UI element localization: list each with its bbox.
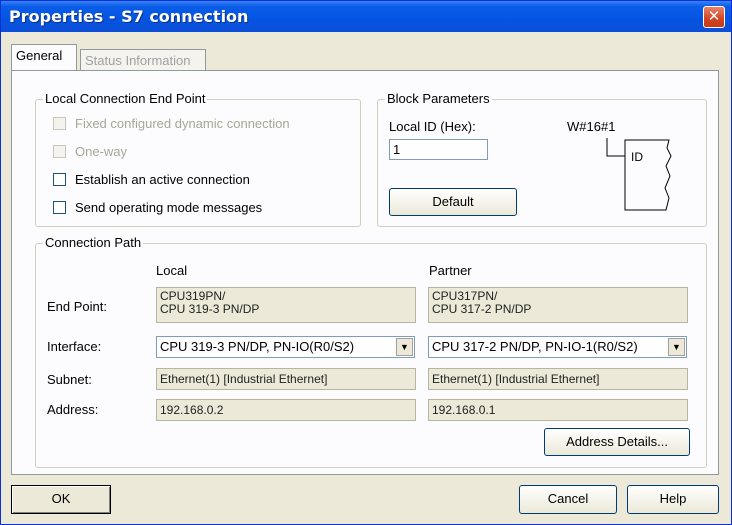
chevron-down-icon[interactable]: ▼ — [396, 338, 413, 356]
properties-dialog: Properties - S7 connection ✕ General Sta… — [0, 0, 732, 525]
local-endpoint-value: CPU319PN/ CPU 319-3 PN/DP — [156, 287, 416, 323]
column-partner-header: Partner — [429, 263, 472, 278]
word-value-label: W#16#1 — [567, 119, 616, 134]
partner-endpoint-line2: CPU 317-2 PN/DP — [432, 302, 532, 316]
option-label: Fixed configured dynamic connection — [75, 115, 290, 131]
option-label: One-way — [75, 143, 128, 159]
group-label-connection-path: Connection Path — [43, 235, 144, 250]
group-label-block-parameters: Block Parameters — [385, 91, 492, 106]
checkbox-send-operating-mode[interactable] — [53, 200, 66, 214]
id-label: ID — [631, 150, 643, 164]
tab-general-label: General — [16, 48, 63, 63]
partner-interface-select[interactable]: CPU 317-2 PN/DP, PN-IO-1(R0/S2) ▼ — [428, 336, 687, 358]
ok-button[interactable]: OK — [11, 485, 111, 514]
local-interface-value: CPU 319-3 PN/DP, PN-IO(R0/S2) — [160, 339, 355, 354]
option-send-operating-mode[interactable]: Send operating mode messages — [53, 198, 262, 216]
tab-general[interactable]: General — [11, 44, 77, 70]
partner-endpoint-value: CPU317PN/ CPU 317-2 PN/DP — [428, 287, 688, 323]
block-parameters-group: Block Parameters Local ID (Hex): 1 W#16#… — [377, 91, 707, 227]
connection-path-group: Connection Path Local Partner End Point:… — [35, 235, 707, 468]
chevron-down-icon[interactable]: ▼ — [668, 338, 685, 356]
help-button[interactable]: Help — [627, 485, 719, 514]
address-details-button[interactable]: Address Details... — [544, 428, 690, 456]
local-interface-select[interactable]: CPU 319-3 PN/DP, PN-IO(R0/S2) ▼ — [156, 336, 415, 358]
option-one-way[interactable]: One-way — [53, 142, 127, 160]
local-connection-end-point-group: Local Connection End Point Fixed configu… — [35, 91, 361, 227]
cancel-button[interactable]: Cancel — [519, 485, 617, 514]
option-establish-active-connection[interactable]: Establish an active connection — [53, 170, 250, 188]
tab-status-label: Status Information — [85, 53, 191, 68]
checkbox-establish-active[interactable] — [53, 172, 66, 186]
row-interface-label: Interface: — [47, 339, 102, 354]
row-subnet-label: Subnet: — [47, 372, 92, 387]
partner-subnet-value: Ethernet(1) [Industrial Ethernet] — [428, 368, 688, 390]
block-diagram-icon — [606, 138, 672, 211]
local-subnet-value: Ethernet(1) [Industrial Ethernet] — [156, 368, 416, 390]
title-bar[interactable]: Properties - S7 connection ✕ — [1, 1, 731, 32]
row-endpoint-label: End Point: — [47, 299, 107, 314]
row-address-label: Address: — [47, 402, 99, 417]
local-address-value: 192.168.0.2 — [156, 399, 416, 421]
column-local-header: Local — [156, 263, 188, 278]
group-label-local-end-point: Local Connection End Point — [43, 91, 208, 106]
close-icon[interactable]: ✕ — [703, 6, 725, 28]
local-id-input[interactable]: 1 — [389, 139, 488, 160]
partner-interface-value: CPU 317-2 PN/DP, PN-IO-1(R0/S2) — [432, 339, 638, 354]
checkbox-fixed-configured[interactable] — [53, 116, 66, 130]
checkbox-one-way[interactable] — [53, 144, 66, 158]
option-label: Send operating mode messages — [75, 199, 263, 215]
default-button[interactable]: Default — [389, 188, 517, 216]
tab-status-information[interactable]: Status Information — [80, 49, 206, 70]
local-id-label: Local ID (Hex): — [389, 119, 476, 134]
partner-address-value: 192.168.0.1 — [428, 399, 688, 421]
local-endpoint-line2: CPU 319-3 PN/DP — [160, 302, 260, 316]
window-title: Properties - S7 connection — [9, 7, 249, 26]
option-fixed-configured-dynamic[interactable]: Fixed configured dynamic connection — [53, 114, 290, 132]
option-label: Establish an active connection — [75, 171, 250, 187]
general-tab-panel: Local Connection End Point Fixed configu… — [11, 70, 719, 475]
